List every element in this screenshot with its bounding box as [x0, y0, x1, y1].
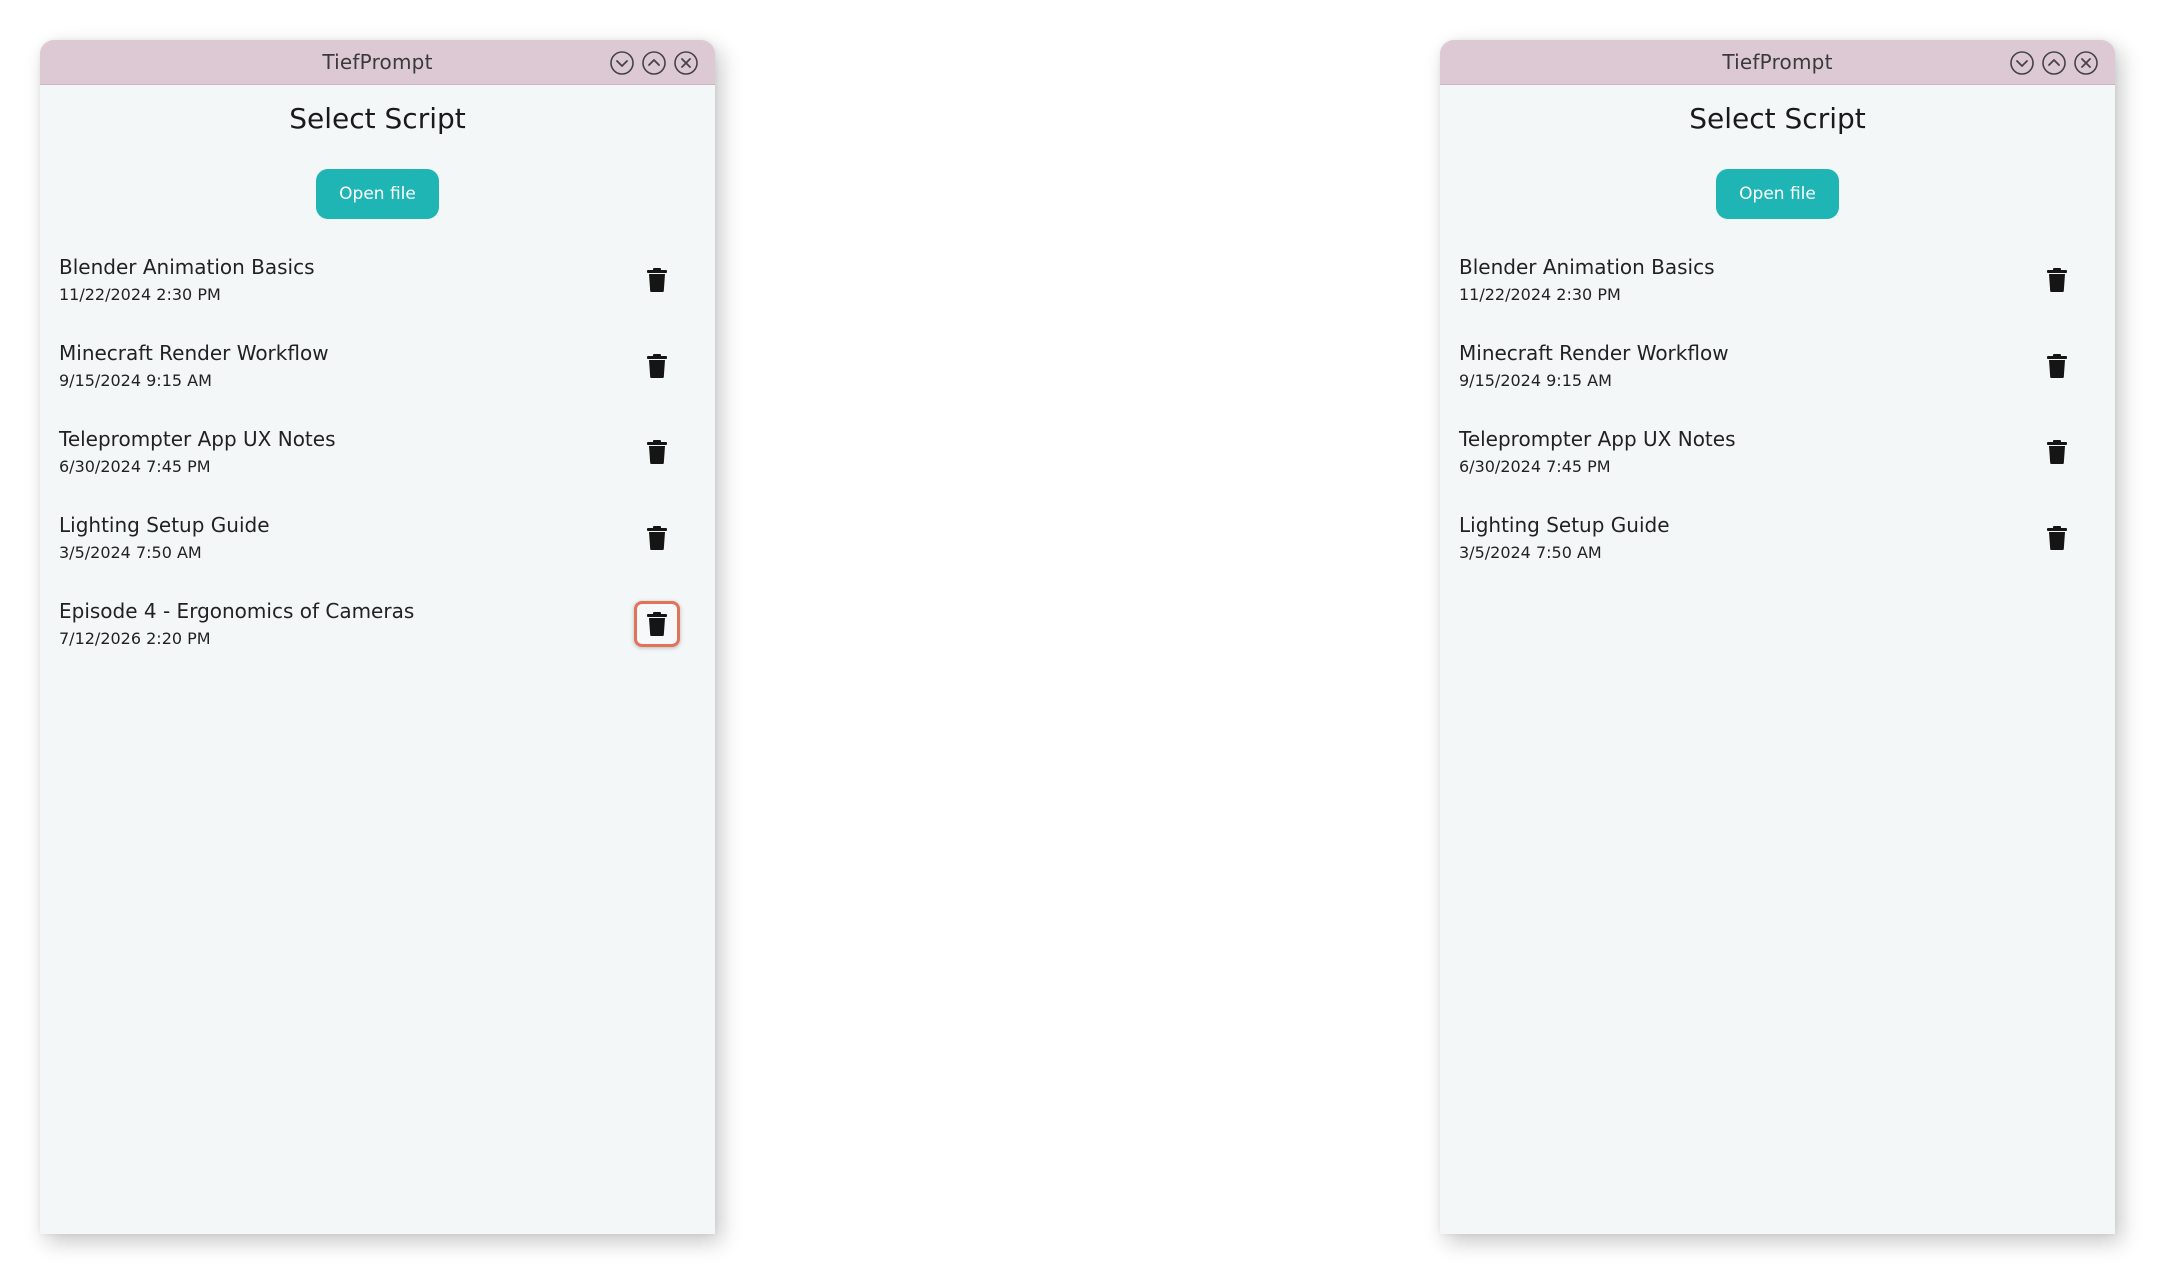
delete-script-button[interactable] — [634, 343, 680, 389]
trash-icon — [647, 526, 667, 550]
delete-script-button[interactable] — [2034, 343, 2080, 389]
script-date: 3/5/2024 7:50 AM — [59, 543, 202, 562]
script-item[interactable]: Blender Animation Basics 11/22/2024 2:30… — [40, 255, 715, 341]
script-date: 11/22/2024 2:30 PM — [59, 285, 221, 304]
delete-script-button[interactable] — [634, 429, 680, 475]
script-name: Teleprompter App UX Notes — [59, 427, 336, 451]
script-item[interactable]: Minecraft Render Workflow 9/15/2024 9:15… — [1440, 341, 2115, 427]
script-date: 7/12/2026 2:20 PM — [59, 629, 211, 648]
minimize-button[interactable] — [2009, 50, 2035, 76]
trash-icon — [2047, 354, 2067, 378]
minimize-button[interactable] — [609, 50, 635, 76]
open-file-button[interactable]: Open file — [1716, 169, 1839, 219]
title-bar[interactable]: TiefPrompt — [1440, 40, 2115, 85]
delete-script-button[interactable] — [2034, 429, 2080, 475]
maximize-button[interactable] — [2041, 50, 2067, 76]
chevron-up-icon — [642, 51, 666, 75]
page-title: Select Script — [289, 102, 466, 135]
maximize-button[interactable] — [641, 50, 667, 76]
trash-icon — [2047, 440, 2067, 464]
delete-script-button-highlighted[interactable] — [634, 601, 680, 647]
script-item[interactable]: Teleprompter App UX Notes 6/30/2024 7:45… — [1440, 427, 2115, 513]
script-date: 9/15/2024 9:15 AM — [59, 371, 212, 390]
script-list: Blender Animation Basics 11/22/2024 2:30… — [40, 255, 715, 685]
script-item[interactable]: Lighting Setup Guide 3/5/2024 7:50 AM — [40, 513, 715, 599]
chevron-down-icon — [610, 51, 634, 75]
script-name: Teleprompter App UX Notes — [1459, 427, 1736, 451]
script-date: 9/15/2024 9:15 AM — [1459, 371, 1612, 390]
script-date: 11/22/2024 2:30 PM — [1459, 285, 1621, 304]
script-item[interactable]: Minecraft Render Workflow 9/15/2024 9:15… — [40, 341, 715, 427]
trash-icon — [2047, 526, 2067, 550]
script-date: 6/30/2024 7:45 PM — [59, 457, 211, 476]
script-name: Blender Animation Basics — [59, 255, 315, 279]
chevron-up-icon — [2042, 51, 2066, 75]
delete-script-button[interactable] — [634, 515, 680, 561]
delete-script-button[interactable] — [2034, 257, 2080, 303]
script-name: Lighting Setup Guide — [59, 513, 270, 537]
title-bar[interactable]: TiefPrompt — [40, 40, 715, 85]
delete-script-button[interactable] — [634, 257, 680, 303]
trash-icon — [647, 268, 667, 292]
trash-icon — [647, 354, 667, 378]
script-date: 3/5/2024 7:50 AM — [1459, 543, 1602, 562]
script-item[interactable]: Episode 4 - Ergonomics of Cameras 7/12/2… — [40, 599, 715, 685]
script-date: 6/30/2024 7:45 PM — [1459, 457, 1611, 476]
delete-script-button[interactable] — [2034, 515, 2080, 561]
close-button[interactable] — [2073, 50, 2099, 76]
trash-icon — [2047, 268, 2067, 292]
page-title: Select Script — [1689, 102, 1866, 135]
app-window-before: TiefPrompt Select Script Open file Blend… — [40, 40, 715, 1234]
close-icon — [2074, 51, 2098, 75]
script-item[interactable]: Lighting Setup Guide 3/5/2024 7:50 AM — [1440, 513, 2115, 599]
chevron-down-icon — [2010, 51, 2034, 75]
close-button[interactable] — [673, 50, 699, 76]
script-item[interactable]: Teleprompter App UX Notes 6/30/2024 7:45… — [40, 427, 715, 513]
app-window-after: TiefPrompt Select Script Open file Blend… — [1440, 40, 2115, 1234]
script-name: Minecraft Render Workflow — [1459, 341, 1729, 365]
script-item[interactable]: Blender Animation Basics 11/22/2024 2:30… — [1440, 255, 2115, 341]
script-name: Blender Animation Basics — [1459, 255, 1715, 279]
script-name: Minecraft Render Workflow — [59, 341, 329, 365]
script-name: Lighting Setup Guide — [1459, 513, 1670, 537]
close-icon — [674, 51, 698, 75]
script-name: Episode 4 - Ergonomics of Cameras — [59, 599, 415, 623]
trash-icon — [647, 612, 667, 636]
trash-icon — [647, 440, 667, 464]
open-file-button[interactable]: Open file — [316, 169, 439, 219]
script-list: Blender Animation Basics 11/22/2024 2:30… — [1440, 255, 2115, 599]
